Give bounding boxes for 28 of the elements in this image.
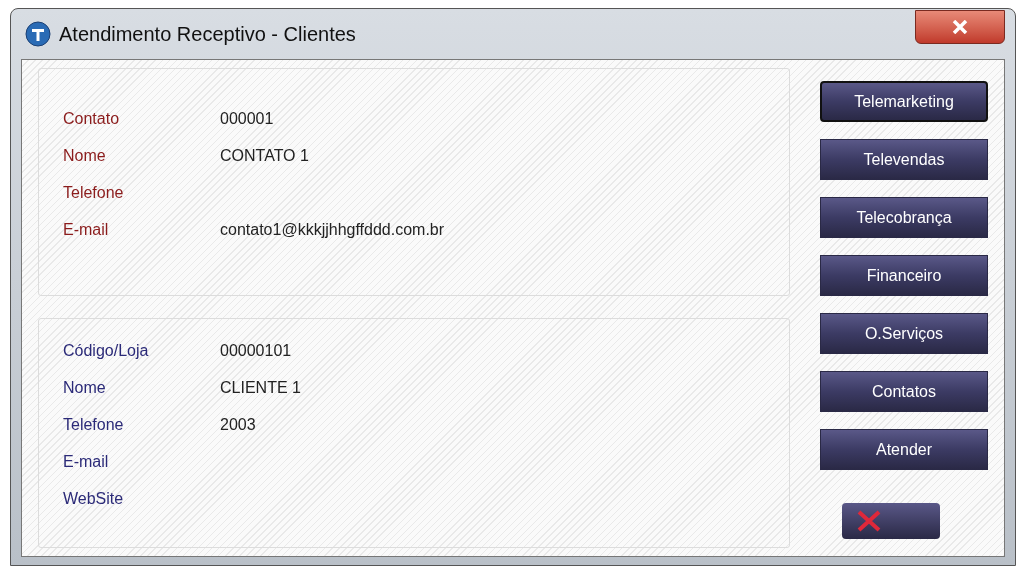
field-label: Telefone [63, 183, 125, 203]
action-button[interactable]: Telemarketing [820, 81, 988, 122]
field-label: Código/Loja [63, 341, 150, 361]
action-button[interactable]: Atender [820, 429, 988, 470]
field-label: Contato [63, 109, 121, 129]
action-button[interactable]: Televendas [820, 139, 988, 180]
field-value: 2003 [220, 415, 256, 435]
field-label: Nome [63, 378, 107, 398]
app-logo-icon [25, 21, 51, 47]
field-label: Nome [63, 146, 107, 166]
field-label: WebSite [63, 489, 125, 509]
action-button[interactable]: Telecobrança [820, 197, 988, 238]
action-button[interactable]: Financeiro [820, 255, 988, 296]
field-value: contato1@kkkjjhhgffddd.com.br [220, 220, 445, 240]
cross-icon [856, 510, 882, 532]
field-value: CONTATO 1 [220, 146, 309, 166]
field-value: 000001 [220, 109, 274, 129]
field-value: 00000101 [220, 341, 292, 361]
field-value: CLIENTE 1 [220, 378, 301, 398]
field-label: E-mail [63, 452, 110, 472]
field-label: Telefone [63, 415, 125, 435]
action-button[interactable]: O.Serviços [820, 313, 988, 354]
field-label: E-mail [63, 220, 110, 240]
window-title: Atendimento Receptivo - Clientes [59, 22, 356, 47]
close-button[interactable] [915, 10, 1005, 44]
action-button[interactable]: Contatos [820, 371, 988, 412]
cancel-button[interactable] [842, 503, 940, 539]
close-icon [952, 20, 968, 34]
